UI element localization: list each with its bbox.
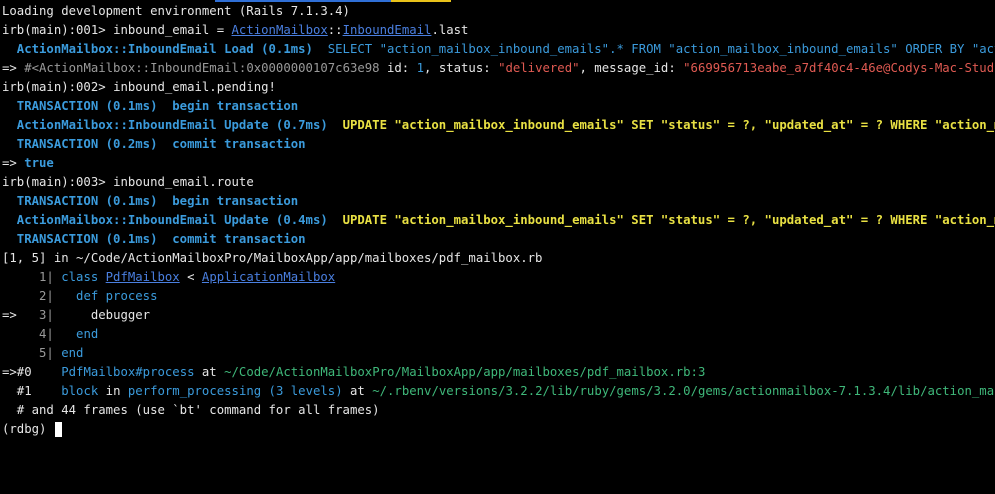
sql-update-statement: UPDATE "action_mailbox_inbound_emails" S… (342, 118, 995, 132)
rdbg-prompt: (rdbg) (2, 422, 54, 436)
tx-text: begin transaction (172, 99, 299, 113)
tx-label: TRANSACTION (0.1ms) (2, 194, 173, 208)
source-line-3-current: => 3| debugger (2, 306, 995, 325)
tx-begin-line: TRANSACTION (0.1ms) begin transaction (2, 97, 995, 116)
frame-index: =>#0 (2, 365, 62, 379)
irb-prompt: irb(main):003> (2, 175, 114, 189)
sql-log-label: ActionMailbox::InboundEmail Update (0.7m… (2, 118, 343, 132)
frame-method: PdfMailbox#process (61, 365, 195, 379)
rdbg-prompt-line[interactable]: (rdbg) (2, 420, 995, 439)
frame-at: at (194, 365, 225, 379)
result-value-true: true (24, 156, 54, 170)
sql-update-line: ActionMailbox::InboundEmail Update (0.4m… (2, 211, 995, 230)
attr-value-status: "delivered" (498, 61, 580, 75)
irb-prompt-line-2: irb(main):002> inbound_email.pending! (2, 78, 995, 97)
current-line-arrow: => (2, 308, 40, 322)
line-number: 4| (2, 327, 62, 341)
terminal-window[interactable]: Loading development environment (Rails 7… (0, 0, 995, 494)
tx-begin-line: TRANSACTION (0.1ms) begin transaction (2, 192, 995, 211)
result-line-2: => true (2, 154, 995, 173)
tx-label: TRANSACTION (0.1ms) (2, 99, 173, 113)
result-arrow: => (2, 156, 25, 170)
source-line-1: 1| class PdfMailbox < ApplicationMailbox (2, 268, 995, 287)
keyword-def: def (61, 289, 106, 303)
attr-key-id: id: (386, 61, 417, 75)
command-text: inbound_email.pending! (113, 80, 276, 94)
tx-text: commit transaction (172, 137, 306, 151)
result-line-1: => #<ActionMailbox::InboundEmail:0x00000… (2, 59, 995, 78)
frame-method: perform_processing (127, 384, 262, 398)
tx-text: begin transaction (172, 194, 299, 208)
tx-label: TRANSACTION (0.1ms) (2, 232, 173, 246)
code-debugger: debugger (61, 308, 151, 322)
line-number: 3| (39, 308, 62, 322)
source-line-4: 4| end (2, 325, 995, 344)
class-link-applicationmailbox[interactable]: ApplicationMailbox (202, 270, 335, 284)
method-name: process (105, 289, 158, 303)
frame-path: ~/Code/ActionMailboxPro/MailboxApp/app/m… (224, 365, 706, 379)
keyword-end: end (61, 346, 84, 360)
sql-update-statement: UPDATE "action_mailbox_inbound_emails" S… (342, 213, 995, 227)
class-link-inboundemail[interactable]: InboundEmail (343, 23, 432, 37)
sql-log-label: ActionMailbox::InboundEmail Load (0.1ms) (2, 42, 328, 56)
terminal-output: Loading development environment (Rails 7… (2, 2, 995, 439)
irb-prompt-line-3: irb(main):003> inbound_email.route (2, 173, 995, 192)
text-cursor[interactable] (54, 422, 62, 437)
tx-commit-line: TRANSACTION (0.2ms) commit transaction (2, 135, 995, 154)
frame-block: block (61, 384, 99, 398)
result-object: #<ActionMailbox::InboundEmail:0x00000001… (24, 61, 387, 75)
sql-update-line: ActionMailbox::InboundEmail Update (0.7m… (2, 116, 995, 135)
source-line-5: 5| end (2, 344, 995, 363)
irb-prompt-line-1: irb(main):001> inbound_email = ActionMai… (2, 21, 995, 40)
line-number: 2| (2, 289, 62, 303)
attr-key-message-id: , message_id: (579, 61, 684, 75)
irb-prompt: irb(main):002> (2, 80, 114, 94)
sql-log-load-line: ActionMailbox::InboundEmail Load (0.1ms)… (2, 40, 995, 59)
tx-text: commit transaction (172, 232, 306, 246)
class-link-actionmailbox[interactable]: ActionMailbox (232, 23, 328, 37)
attr-key-status: , status: (424, 61, 499, 75)
frame-line-0: =>#0 PdfMailbox#process at ~/Code/Action… (2, 363, 995, 382)
source-line-2: 2| def process (2, 287, 995, 306)
line-number: 5| (2, 346, 62, 360)
frame-line-1: #1 block in perform_processing (3 levels… (2, 382, 995, 401)
tx-label: TRANSACTION (0.2ms) (2, 137, 173, 151)
output-line-loading: Loading development environment (Rails 7… (2, 4, 350, 18)
attr-value-message-id: "669956713eabe_a7df40c4-46e@Codys-Mac-St… (683, 61, 995, 75)
frame-path: ~/.rbenv/versions/3.2.2/lib/ruby/gems/3.… (372, 384, 995, 398)
inherit-operator: < (179, 270, 202, 284)
frame-in: in (98, 384, 128, 398)
keyword-end: end (61, 327, 99, 341)
namespace-separator: :: (327, 23, 343, 37)
debugger-location-line: [1, 5] in ~/Code/ActionMailboxPro/Mailbo… (2, 251, 543, 265)
keyword-class: class (61, 270, 106, 284)
command-text: inbound_email.route (113, 175, 254, 189)
command-method: .last (431, 23, 469, 37)
frames-more-line: # and 44 frames (use `bt' command for al… (2, 403, 380, 417)
irb-prompt: irb(main):001> (2, 23, 114, 37)
frame-at: at (342, 384, 373, 398)
line-number: 1| (2, 270, 62, 284)
attr-value-id: 1 (416, 61, 425, 75)
frame-index: #1 (2, 384, 62, 398)
command-text: inbound_email = (113, 23, 232, 37)
sql-select-statement: SELECT "action_mailbox_inbound_emails".*… (327, 42, 995, 56)
result-arrow: => (2, 61, 25, 75)
frame-levels: (3 levels) (261, 384, 343, 398)
class-link-pdfmailbox[interactable]: PdfMailbox (106, 270, 180, 284)
tx-commit-line: TRANSACTION (0.1ms) commit transaction (2, 230, 995, 249)
sql-log-label: ActionMailbox::InboundEmail Update (0.4m… (2, 213, 343, 227)
